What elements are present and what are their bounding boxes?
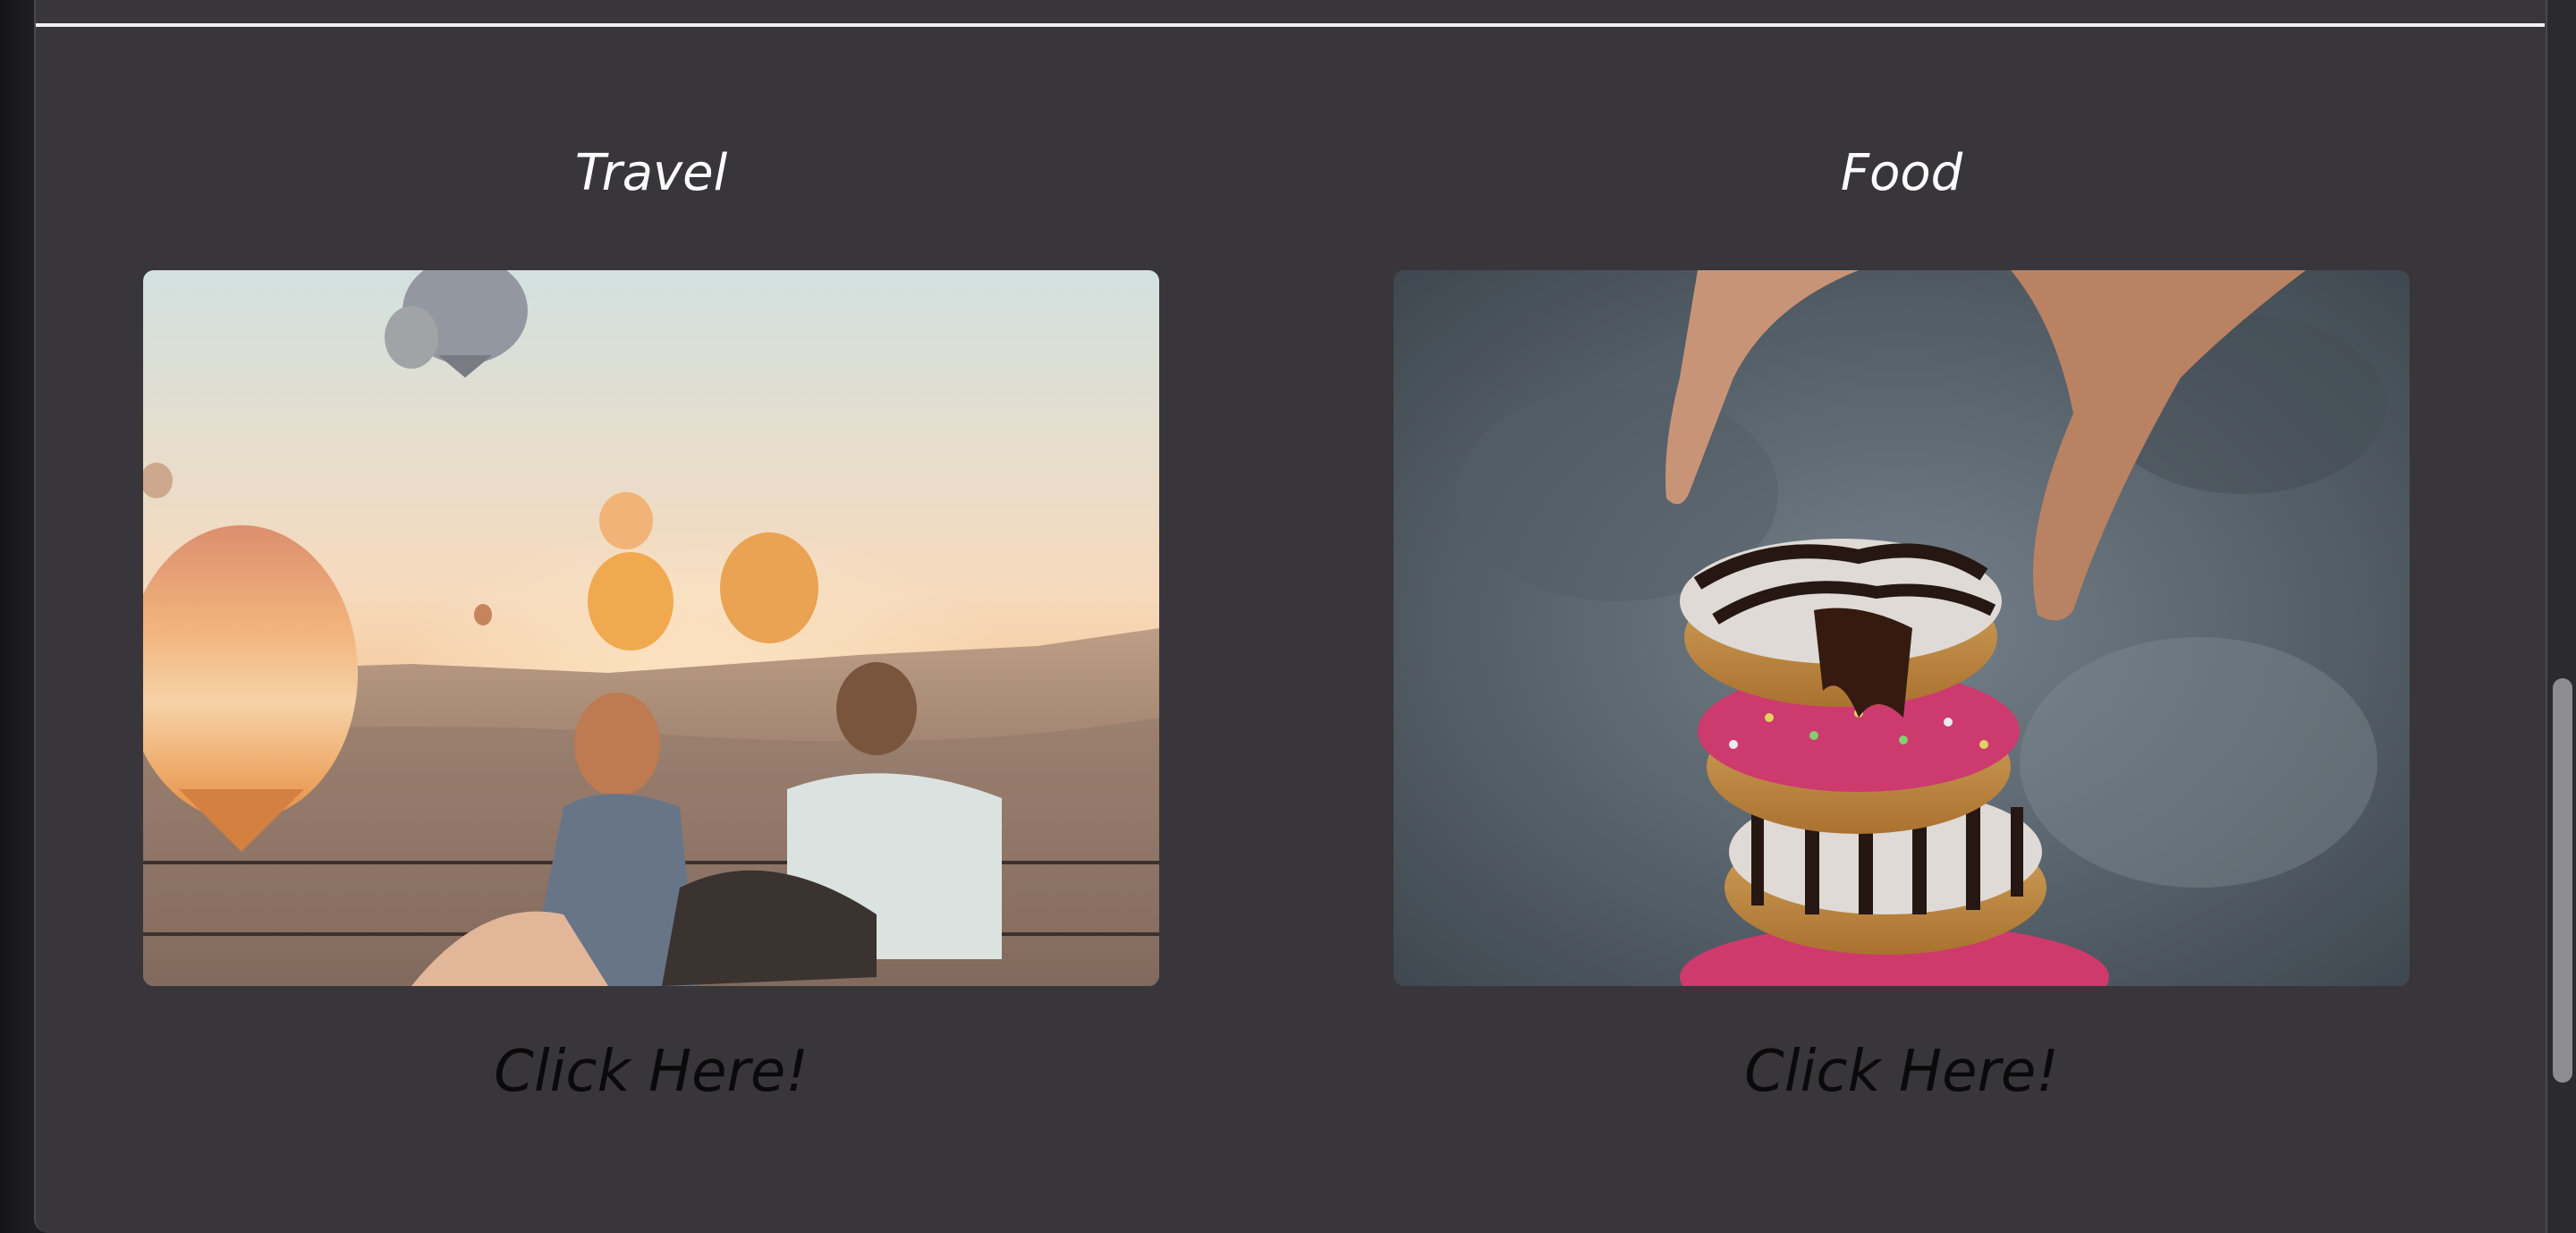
card-title-travel: Travel xyxy=(574,144,728,202)
header-divider xyxy=(36,23,2545,27)
desktop-edge xyxy=(0,0,34,1233)
card-title-food: Food xyxy=(1840,144,1963,202)
travel-link[interactable]: Click Here! xyxy=(143,1038,1159,1107)
browser-page: Travel Click Here! Food Click Here! xyxy=(34,0,2576,1233)
vertical-scrollbar[interactable] xyxy=(2546,0,2576,1233)
scrollbar-thumb[interactable] xyxy=(2553,678,2572,1083)
food-link[interactable]: Click Here! xyxy=(1394,1038,2410,1107)
travel-image[interactable] xyxy=(143,270,1159,986)
food-image[interactable] xyxy=(1394,270,2410,986)
